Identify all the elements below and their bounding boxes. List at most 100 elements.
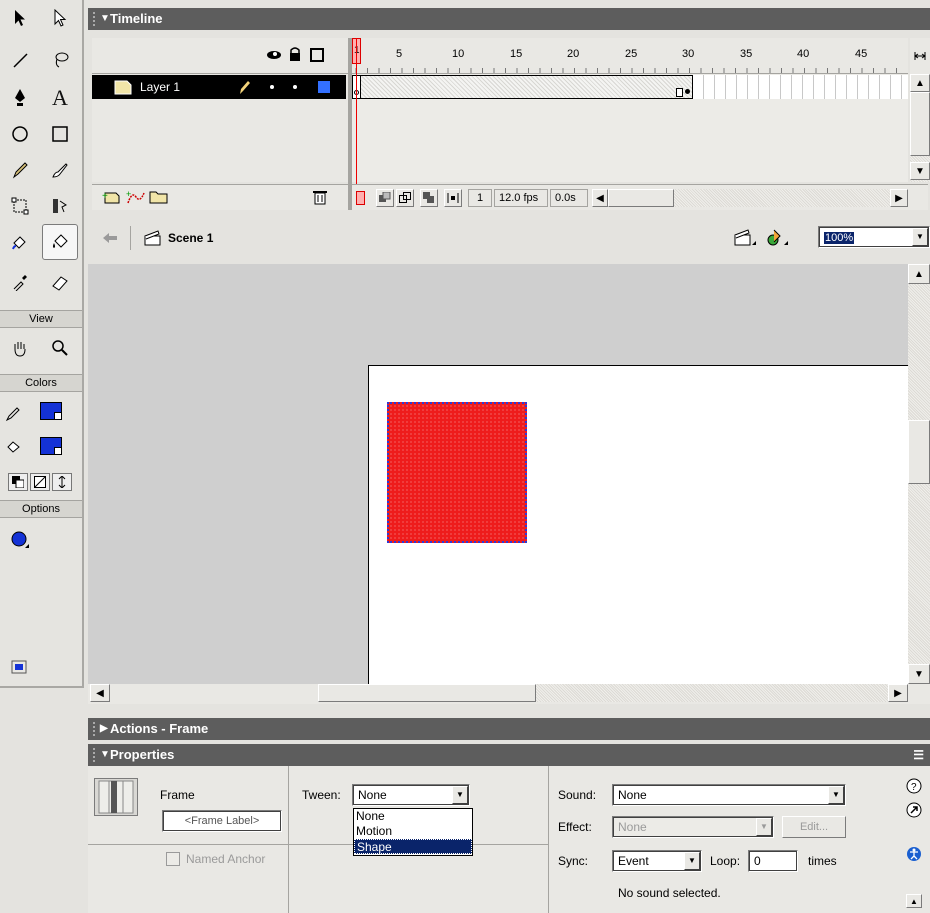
frame-span[interactable] <box>352 75 693 99</box>
gap-size-icon[interactable] <box>4 522 36 558</box>
frame-label-input[interactable]: <Frame Label> <box>162 810 282 832</box>
empty-frames[interactable] <box>693 75 908 99</box>
scroll-down-icon[interactable]: ▼ <box>910 162 930 180</box>
tween-option-motion[interactable]: Motion <box>354 824 472 839</box>
brush-icon[interactable] <box>42 152 78 188</box>
frame-view-menu-icon[interactable] <box>910 38 930 74</box>
black-white-icon[interactable] <box>8 473 28 491</box>
help-icon[interactable]: ? <box>906 778 922 797</box>
layer-row[interactable]: Layer 1 <box>92 75 346 99</box>
lock-icon[interactable] <box>288 46 302 65</box>
red-rectangle-shape[interactable] <box>387 402 527 543</box>
stage-vscroll-thumb[interactable] <box>908 420 930 484</box>
tween-option-none[interactable]: None <box>354 809 472 824</box>
hand-icon[interactable] <box>2 330 38 366</box>
outline-color-box[interactable] <box>318 81 330 93</box>
stage-vscroll[interactable]: ▲ ▼ <box>908 264 930 684</box>
sound-dropdown-icon[interactable]: ▼ <box>828 786 844 804</box>
line-icon[interactable] <box>2 42 38 78</box>
sync-dropdown-icon[interactable]: ▼ <box>684 852 700 870</box>
swap-colors-icon[interactable] <box>52 473 72 491</box>
panel-grip-icon[interactable] <box>93 12 99 26</box>
timeline-hscroll-track[interactable] <box>674 189 890 207</box>
onion-skin-icon[interactable] <box>376 189 394 207</box>
scroll-up-icon[interactable]: ▲ <box>910 74 930 92</box>
fill-color-swatch[interactable] <box>40 437 62 455</box>
oval-icon[interactable] <box>2 116 38 152</box>
edit-multiple-frames-icon[interactable] <box>420 189 438 207</box>
timeline-scroll-right-icon[interactable]: ▶ <box>890 189 908 207</box>
pencil-icon[interactable] <box>2 152 38 188</box>
insert-layer-icon[interactable]: + <box>102 189 122 208</box>
loop-input[interactable]: 0 <box>748 850 798 872</box>
zoom-value[interactable]: 100% <box>824 232 855 244</box>
expand-triangle-icon[interactable]: ▶ <box>100 718 108 740</box>
tween-option-shape[interactable]: Shape <box>354 839 472 854</box>
panel-expand-icon[interactable]: ▲ <box>906 894 922 908</box>
eraser-icon[interactable] <box>42 264 78 300</box>
trash-icon[interactable] <box>312 188 328 209</box>
timeline-panel-header[interactable]: ▼ Timeline <box>88 8 930 30</box>
stage-scroll-up-icon[interactable]: ▲ <box>908 264 930 284</box>
tween-dropdown-icon[interactable]: ▼ <box>452 786 468 804</box>
edit-scene-icon[interactable] <box>734 228 758 251</box>
panel-options-menu-icon[interactable]: ☰ <box>913 744 924 766</box>
fill-transform-icon[interactable] <box>42 188 78 224</box>
keyframe-30[interactable] <box>685 89 690 94</box>
actions-panel-header[interactable]: ▶ Actions - Frame <box>88 718 930 740</box>
frame-ruler[interactable]: 1 5 10 15 20 25 30 35 40 45 <box>352 38 908 74</box>
eye-icon[interactable] <box>266 48 282 65</box>
action-panel-icon[interactable] <box>906 802 922 821</box>
stage-hscroll-track[interactable] <box>536 684 888 702</box>
back-arrow-icon[interactable] <box>102 232 118 247</box>
stage-scroll-down-icon[interactable]: ▼ <box>908 664 930 684</box>
sync-select[interactable]: Event ▼ <box>612 850 702 872</box>
outline-icon[interactable] <box>310 48 324 62</box>
onion-skin-outlines-icon[interactable] <box>396 189 414 207</box>
stage-hscroll[interactable]: ◀ ▶ <box>88 684 930 704</box>
rectangle-icon[interactable] <box>42 116 78 152</box>
layer-name[interactable]: Layer 1 <box>140 80 180 94</box>
tween-select[interactable]: None ▼ <box>352 784 470 806</box>
no-color-icon[interactable] <box>30 473 50 491</box>
panel-grip-icon[interactable] <box>93 748 99 762</box>
stage-scroll-right-icon[interactable]: ▶ <box>888 684 908 702</box>
subselect-icon[interactable] <box>42 0 78 36</box>
arrow-icon[interactable] <box>2 0 38 36</box>
lasso-icon[interactable] <box>42 42 78 78</box>
stage-hscroll-thumb[interactable] <box>318 684 536 702</box>
pen-icon[interactable] <box>2 80 38 116</box>
edit-symbols-icon[interactable] <box>766 228 790 251</box>
panel-grip-icon[interactable] <box>93 722 99 736</box>
zoom-icon[interactable] <box>42 330 78 366</box>
timeline-scroll-left-icon[interactable]: ◀ <box>592 189 608 207</box>
center-frame-icon[interactable] <box>356 191 365 205</box>
modify-onion-markers-icon[interactable] <box>444 189 462 207</box>
scroll-thumb[interactable] <box>910 92 930 156</box>
fps-display[interactable]: 12.0 fps <box>494 189 548 207</box>
lock-dot[interactable] <box>293 85 297 89</box>
free-transform-icon[interactable] <box>2 188 38 224</box>
collapse-triangle-icon[interactable]: ▼ <box>100 8 110 30</box>
collapse-triangle-icon[interactable]: ▼ <box>100 744 110 766</box>
accessibility-tool-icon[interactable] <box>4 652 34 682</box>
zoom-combobox[interactable]: 100% ▼ <box>818 226 930 248</box>
properties-panel-header[interactable]: ▼ Properties ☰ <box>88 744 930 766</box>
text-icon[interactable]: A <box>42 80 78 116</box>
timeline-vscroll[interactable]: ▲ ▼ <box>910 74 930 182</box>
add-motion-guide-icon[interactable]: + <box>126 189 146 208</box>
stage-scroll-left-icon[interactable]: ◀ <box>90 684 110 702</box>
scene-name[interactable]: Scene 1 <box>168 231 213 245</box>
zoom-dropdown-icon[interactable]: ▼ <box>912 228 928 246</box>
sound-select[interactable]: None ▼ <box>612 784 846 806</box>
eyedropper-icon[interactable] <box>2 264 38 300</box>
stroke-color-swatch[interactable] <box>40 402 62 420</box>
insert-folder-icon[interactable] <box>148 188 170 207</box>
paint-bucket-icon[interactable] <box>42 224 78 260</box>
accessibility-icon[interactable] <box>906 846 922 865</box>
ink-bottle-icon[interactable] <box>2 226 38 262</box>
tween-options-list[interactable]: None Motion Shape <box>353 808 473 856</box>
frames-row[interactable] <box>352 75 908 99</box>
timeline-hscroll-thumb[interactable] <box>608 189 674 207</box>
visibility-dot[interactable] <box>270 85 274 89</box>
